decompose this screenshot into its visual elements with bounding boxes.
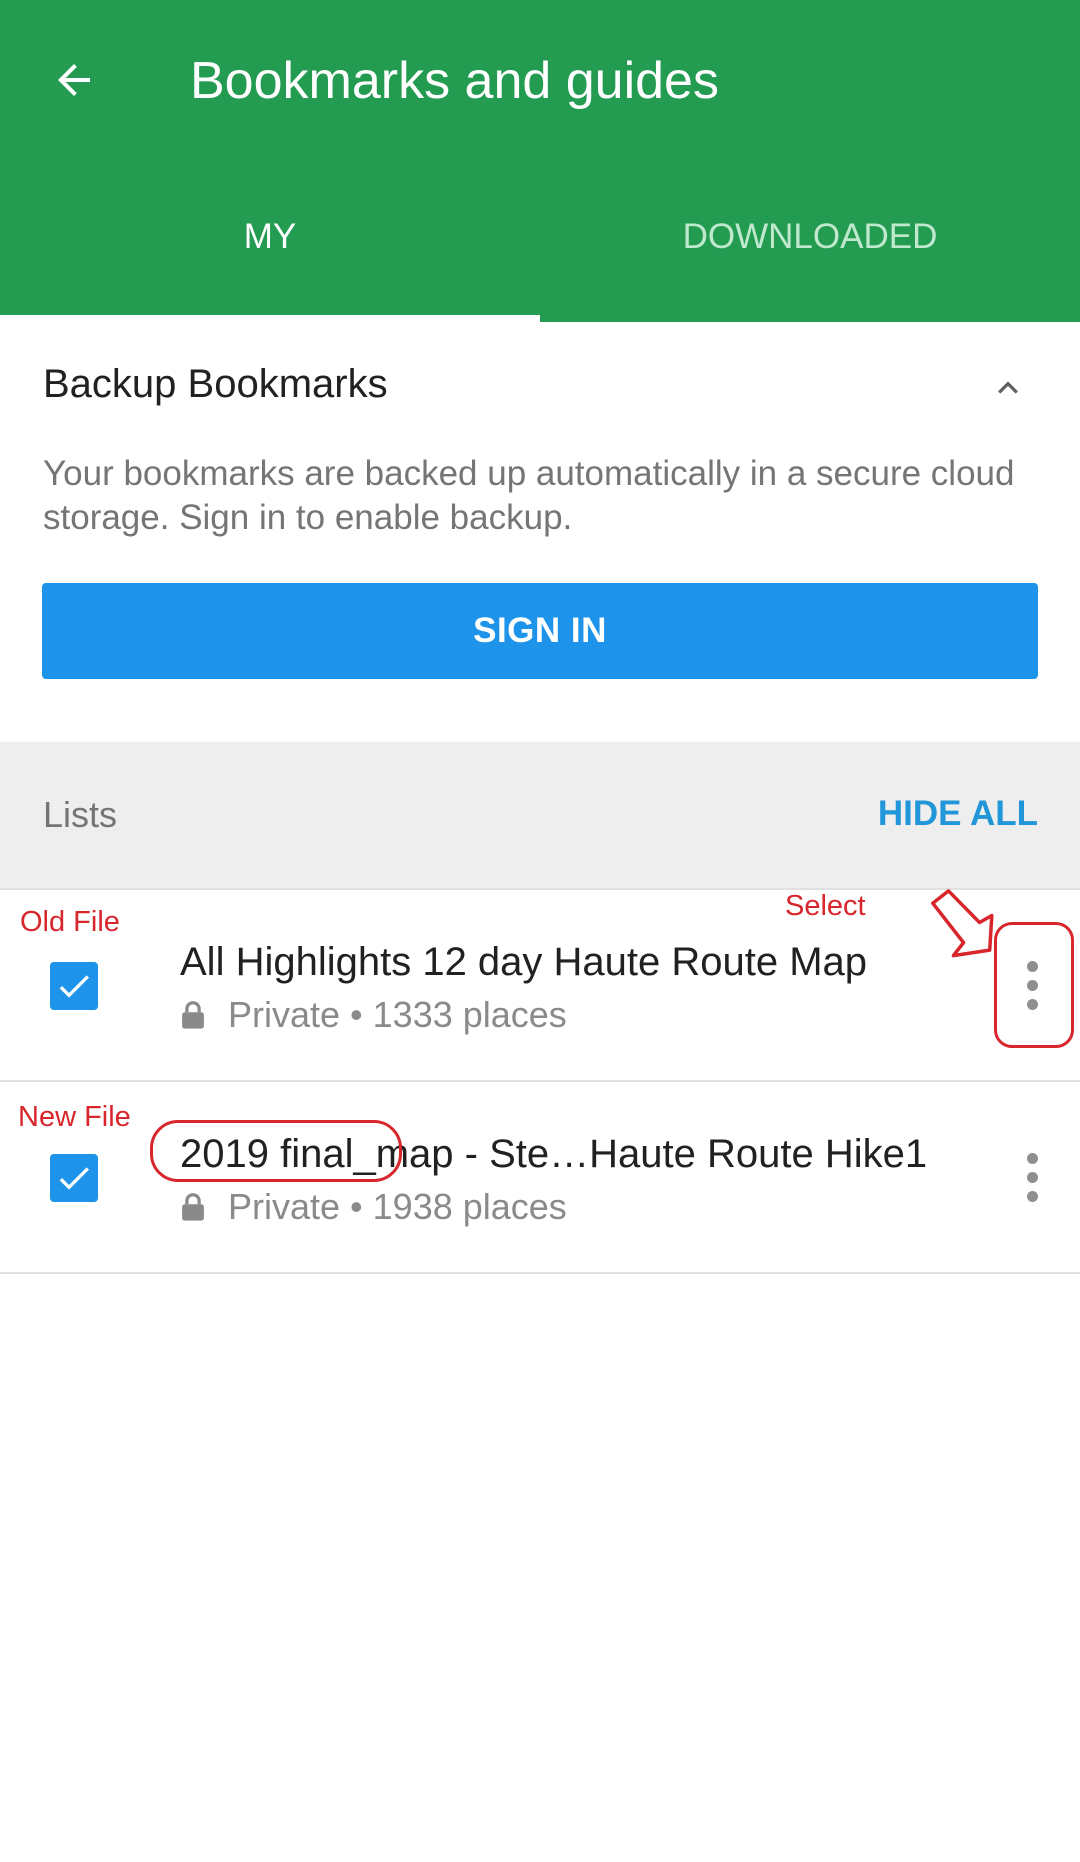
sign-in-button[interactable]: SIGN IN [42,583,1038,679]
annotation-highlight-oval [150,1120,402,1182]
annotation-highlight-box [994,922,1074,1048]
lists-header: Lists HIDE ALL [0,742,1080,888]
lock-icon [182,1193,204,1221]
tab-indicator [0,315,540,322]
collapse-button[interactable] [980,360,1036,416]
checkmark-icon [59,1167,89,1190]
list-item-title: All Highlights 12 day Haute Route Map [180,940,868,984]
list-item-subtitle: Private • 1938 places [180,1186,567,1228]
app-bar: Bookmarks and guides MY DOWNLOADED [0,0,1080,322]
tab-downloaded[interactable]: DOWNLOADED [540,205,1080,269]
divider [0,1272,1080,1274]
more-vertical-icon [1026,1152,1038,1164]
annotation-select: Select [785,890,866,922]
annotation-old-file: Old File [20,906,120,938]
arrow-left-icon [58,64,90,96]
more-options-button[interactable] [1002,1137,1062,1217]
lock-icon [182,1001,204,1029]
list-item-checkbox[interactable] [50,1154,98,1202]
annotation-new-file: New File [18,1101,131,1133]
chevron-up-icon [998,381,1018,394]
checkmark-icon [59,975,89,998]
backup-description: Your bookmarks are backed up automatical… [43,454,1015,537]
list-item-meta: Private • 1333 places [228,994,567,1035]
hide-all-button[interactable]: HIDE ALL [878,794,1038,834]
tab-my[interactable]: MY [0,205,540,269]
list-item-meta: Private • 1938 places [228,1186,567,1227]
annotation-arrow-icon [931,889,994,958]
lists-label: Lists [43,794,118,835]
list-item-checkbox[interactable] [50,962,98,1010]
list-item-subtitle: Private • 1333 places [180,994,567,1036]
page-title: Bookmarks and guides [190,52,719,110]
backup-title: Backup Bookmarks [43,362,388,406]
back-button[interactable] [34,40,114,120]
